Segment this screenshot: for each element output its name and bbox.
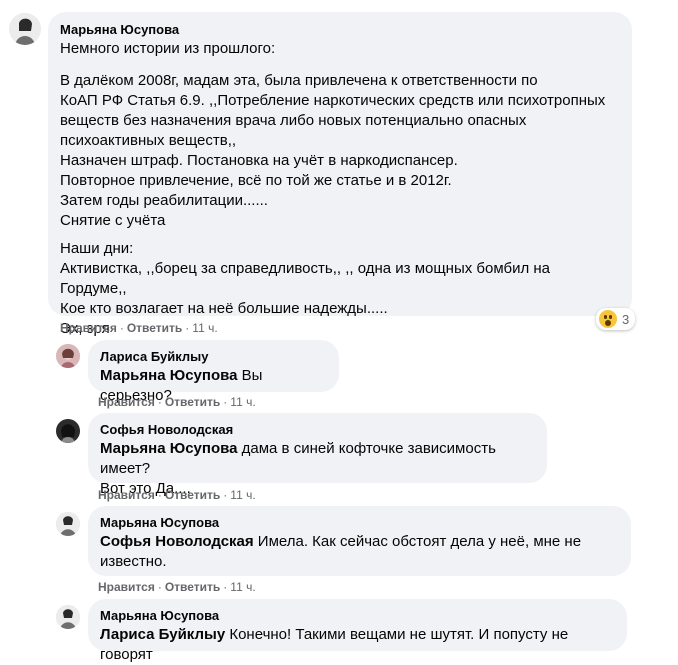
comment-line: В далёком 2008г, мадам эта, была привлеч… <box>60 72 538 89</box>
reaction-count: 3 <box>622 311 630 327</box>
timestamp[interactable]: 11 ч. <box>230 488 255 502</box>
comment-line: Назначен штраф. Постановка на учёт в нар… <box>60 152 458 169</box>
person-icon <box>56 419 80 443</box>
avatar[interactable] <box>56 344 80 368</box>
comment-line: Затем годы реабилитации...... <box>60 192 268 209</box>
comment-line: КоАП РФ Статья 6.9. ,,Потребление наркот… <box>60 92 606 109</box>
reply-button[interactable]: Ответить <box>165 395 220 409</box>
reply-line: известно. <box>100 553 167 570</box>
avatar[interactable] <box>56 605 80 629</box>
comment-main: Марьяна Юсупова Немного истории из прошл… <box>0 0 678 340</box>
comment-line: Повторное привлечение, всё по той же ста… <box>60 172 452 189</box>
avatar[interactable] <box>56 512 80 536</box>
reply-actions: Нравится · Ответить · 11 ч. <box>98 395 256 409</box>
reply-author[interactable]: Марьяна Юсупова <box>100 514 619 531</box>
reply-button[interactable]: Ответить <box>165 488 220 502</box>
mention-link[interactable]: Лариса Буйклыу <box>100 626 225 643</box>
reply: Софья Новолодская Марьяна Юсупова дама в… <box>0 413 678 503</box>
reply: Марьяна Юсупова Софья Новолодская Имела.… <box>0 506 678 596</box>
reply-button[interactable]: Ответить <box>165 580 220 594</box>
reply-author[interactable]: Софья Новолодская <box>100 421 535 438</box>
comment-line: веществ без назначения врача либо новых … <box>60 112 527 129</box>
reply-line: Софья Новолодская Имела. Как сейчас обст… <box>100 533 582 550</box>
avatar[interactable] <box>9 13 41 45</box>
like-button[interactable]: Нравится <box>60 321 117 335</box>
mention-link[interactable]: Софья Новолодская <box>100 533 254 550</box>
person-icon <box>9 13 41 45</box>
comment-text: Немного истории из прошлого: В далёком 2… <box>60 39 620 339</box>
person-icon <box>56 512 80 536</box>
reply-bubble: Марьяна Юсупова Софья Новолодская Имела.… <box>88 506 631 576</box>
person-icon <box>56 605 80 629</box>
reply-actions: Нравится · Ответить · 11 ч. <box>98 488 256 502</box>
avatar[interactable] <box>56 419 80 443</box>
reply-bubble: Лариса Буйклыу Марьяна Юсупова Вы серьез… <box>88 340 339 404</box>
reply: Марьяна Юсупова Лариса Буйклыу Конечно! … <box>0 599 678 663</box>
like-button[interactable]: Нравится <box>98 580 155 594</box>
comment-line: Немного истории из прошлого: <box>60 40 276 57</box>
timestamp[interactable]: 11 ч. <box>230 395 255 409</box>
mention-link[interactable]: Марьяна Юсупова <box>100 440 237 457</box>
comment-bubble: Марьяна Юсупова Немного истории из прошл… <box>48 12 632 337</box>
reply-line: Марьяна Юсупова дама в синей кофточке за… <box>100 440 496 477</box>
timestamp[interactable]: 11 ч. <box>230 580 255 594</box>
wow-emoji-icon <box>599 310 617 328</box>
comment-paragraph: В далёком 2008г, мадам эта, была привлеч… <box>60 71 620 231</box>
comment-line: Активистка, ,,борец за справедливость,, … <box>60 260 551 297</box>
reply-line: Лариса Буйклыу Конечно! Такими вещами не… <box>100 626 569 663</box>
reply-button[interactable]: Ответить <box>127 321 182 335</box>
reply-author[interactable]: Лариса Буйклыу <box>100 348 327 365</box>
timestamp[interactable]: 11 ч. <box>192 321 217 335</box>
comment-line: Кое кто возлагает на неё большие надежды… <box>60 300 388 317</box>
reply-actions: Нравится · Ответить · 11 ч. <box>98 580 256 594</box>
reply-text: Софья Новолодская Имела. Как сейчас обст… <box>100 532 619 572</box>
reply-author[interactable]: Марьяна Юсупова <box>100 607 615 624</box>
reply: Лариса Буйклыу Марьяна Юсупова Вы серьез… <box>0 340 678 410</box>
reply-bubble: Марьяна Юсупова Лариса Буйклыу Конечно! … <box>88 599 627 663</box>
reaction-summary[interactable]: 3 <box>596 308 636 330</box>
comment-author[interactable]: Марьяна Юсупова <box>60 21 620 38</box>
comment-line: психоактивных веществ,, <box>60 132 237 149</box>
like-button[interactable]: Нравится <box>98 395 155 409</box>
reply-text: Лариса Буйклыу Конечно! Такими вещами не… <box>100 625 615 665</box>
person-icon <box>56 344 80 368</box>
like-button[interactable]: Нравится <box>98 488 155 502</box>
comment-actions: Нравится · Ответить · 11 ч. <box>60 321 218 335</box>
reply-bubble: Софья Новолодская Марьяна Юсупова дама в… <box>88 413 547 497</box>
comment-line: Снятие с учёта <box>60 212 166 229</box>
comment-line: Наши дни: <box>60 240 134 257</box>
mention-link[interactable]: Марьяна Юсупова <box>100 367 237 384</box>
comment-paragraph: Немного истории из прошлого: <box>60 39 620 59</box>
